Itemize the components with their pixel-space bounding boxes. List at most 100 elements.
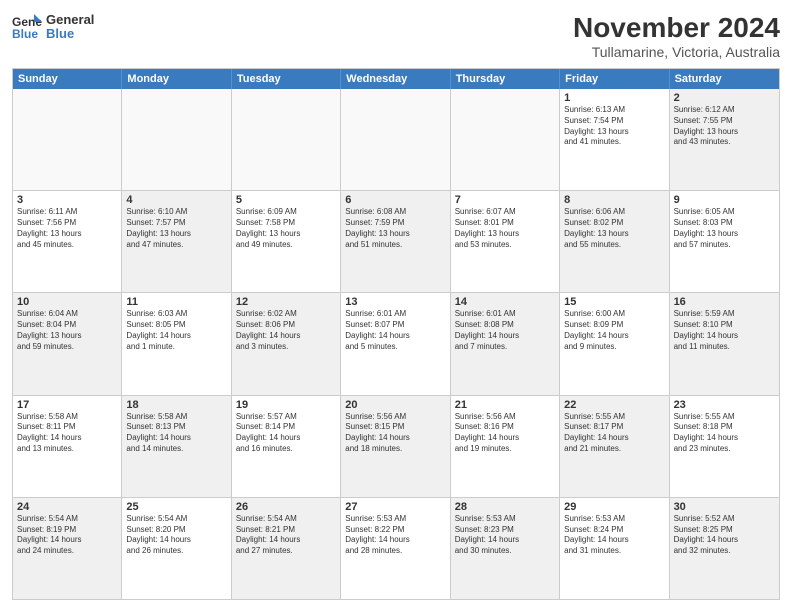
cal-cell-1-1: 4Sunrise: 6:10 AM Sunset: 7:57 PM Daylig… xyxy=(122,191,231,292)
cal-cell-4-1: 25Sunrise: 5:54 AM Sunset: 8:20 PM Dayli… xyxy=(122,498,231,599)
day-info: Sunrise: 5:54 AM Sunset: 8:19 PM Dayligh… xyxy=(17,514,117,557)
day-number: 5 xyxy=(236,194,336,206)
day-info: Sunrise: 6:00 AM Sunset: 8:09 PM Dayligh… xyxy=(564,309,664,352)
day-info: Sunrise: 5:59 AM Sunset: 8:10 PM Dayligh… xyxy=(674,309,775,352)
day-number: 17 xyxy=(17,399,117,411)
header-day-saturday: Saturday xyxy=(670,69,779,89)
day-number: 3 xyxy=(17,194,117,206)
cal-cell-4-0: 24Sunrise: 5:54 AM Sunset: 8:19 PM Dayli… xyxy=(13,498,122,599)
cal-cell-1-2: 5Sunrise: 6:09 AM Sunset: 7:58 PM Daylig… xyxy=(232,191,341,292)
day-number: 11 xyxy=(126,296,226,308)
cal-cell-1-3: 6Sunrise: 6:08 AM Sunset: 7:59 PM Daylig… xyxy=(341,191,450,292)
day-number: 29 xyxy=(564,501,664,513)
calendar-row-4: 24Sunrise: 5:54 AM Sunset: 8:19 PM Dayli… xyxy=(13,498,779,599)
day-info: Sunrise: 6:08 AM Sunset: 7:59 PM Dayligh… xyxy=(345,207,445,250)
cal-cell-0-4 xyxy=(451,89,560,190)
calendar-header: SundayMondayTuesdayWednesdayThursdayFrid… xyxy=(13,69,779,89)
day-number: 26 xyxy=(236,501,336,513)
day-number: 30 xyxy=(674,501,775,513)
day-number: 23 xyxy=(674,399,775,411)
day-info: Sunrise: 5:58 AM Sunset: 8:11 PM Dayligh… xyxy=(17,412,117,455)
calendar-row-3: 17Sunrise: 5:58 AM Sunset: 8:11 PM Dayli… xyxy=(13,396,779,498)
cal-cell-3-0: 17Sunrise: 5:58 AM Sunset: 8:11 PM Dayli… xyxy=(13,396,122,497)
title-block: November 2024 Tullamarine, Victoria, Aus… xyxy=(573,12,780,60)
day-number: 16 xyxy=(674,296,775,308)
header: General Blue General Blue November 2024 … xyxy=(12,12,780,60)
header-day-monday: Monday xyxy=(122,69,231,89)
calendar-row-1: 3Sunrise: 6:11 AM Sunset: 7:56 PM Daylig… xyxy=(13,191,779,293)
cal-cell-0-3 xyxy=(341,89,450,190)
calendar: SundayMondayTuesdayWednesdayThursdayFrid… xyxy=(12,68,780,600)
day-number: 6 xyxy=(345,194,445,206)
cal-cell-2-3: 13Sunrise: 6:01 AM Sunset: 8:07 PM Dayli… xyxy=(341,293,450,394)
cal-cell-1-5: 8Sunrise: 6:06 AM Sunset: 8:02 PM Daylig… xyxy=(560,191,669,292)
svg-text:Blue: Blue xyxy=(12,27,38,41)
day-number: 7 xyxy=(455,194,555,206)
cal-cell-2-4: 14Sunrise: 6:01 AM Sunset: 8:08 PM Dayli… xyxy=(451,293,560,394)
day-info: Sunrise: 5:56 AM Sunset: 8:16 PM Dayligh… xyxy=(455,412,555,455)
cal-cell-0-1 xyxy=(122,89,231,190)
day-number: 25 xyxy=(126,501,226,513)
day-number: 14 xyxy=(455,296,555,308)
day-number: 9 xyxy=(674,194,775,206)
cal-cell-4-5: 29Sunrise: 5:53 AM Sunset: 8:24 PM Dayli… xyxy=(560,498,669,599)
day-info: Sunrise: 5:54 AM Sunset: 8:21 PM Dayligh… xyxy=(236,514,336,557)
day-number: 15 xyxy=(564,296,664,308)
day-number: 12 xyxy=(236,296,336,308)
header-day-sunday: Sunday xyxy=(13,69,122,89)
cal-cell-0-2 xyxy=(232,89,341,190)
cal-cell-0-5: 1Sunrise: 6:13 AM Sunset: 7:54 PM Daylig… xyxy=(560,89,669,190)
logo-text-line1: General xyxy=(46,13,94,27)
day-number: 24 xyxy=(17,501,117,513)
day-number: 22 xyxy=(564,399,664,411)
day-info: Sunrise: 5:53 AM Sunset: 8:22 PM Dayligh… xyxy=(345,514,445,557)
logo-text-line2: Blue xyxy=(46,27,94,41)
cal-cell-2-6: 16Sunrise: 5:59 AM Sunset: 8:10 PM Dayli… xyxy=(670,293,779,394)
day-info: Sunrise: 5:57 AM Sunset: 8:14 PM Dayligh… xyxy=(236,412,336,455)
calendar-body: 1Sunrise: 6:13 AM Sunset: 7:54 PM Daylig… xyxy=(13,89,779,599)
cal-cell-3-3: 20Sunrise: 5:56 AM Sunset: 8:15 PM Dayli… xyxy=(341,396,450,497)
day-number: 18 xyxy=(126,399,226,411)
day-info: Sunrise: 6:04 AM Sunset: 8:04 PM Dayligh… xyxy=(17,309,117,352)
day-info: Sunrise: 6:02 AM Sunset: 8:06 PM Dayligh… xyxy=(236,309,336,352)
subtitle: Tullamarine, Victoria, Australia xyxy=(573,44,780,60)
day-info: Sunrise: 5:56 AM Sunset: 8:15 PM Dayligh… xyxy=(345,412,445,455)
day-number: 21 xyxy=(455,399,555,411)
calendar-row-0: 1Sunrise: 6:13 AM Sunset: 7:54 PM Daylig… xyxy=(13,89,779,191)
cal-cell-4-2: 26Sunrise: 5:54 AM Sunset: 8:21 PM Dayli… xyxy=(232,498,341,599)
day-number: 1 xyxy=(564,92,664,104)
day-info: Sunrise: 6:11 AM Sunset: 7:56 PM Dayligh… xyxy=(17,207,117,250)
day-number: 13 xyxy=(345,296,445,308)
cal-cell-2-5: 15Sunrise: 6:00 AM Sunset: 8:09 PM Dayli… xyxy=(560,293,669,394)
header-day-wednesday: Wednesday xyxy=(341,69,450,89)
day-info: Sunrise: 6:10 AM Sunset: 7:57 PM Dayligh… xyxy=(126,207,226,250)
cal-cell-0-0 xyxy=(13,89,122,190)
cal-cell-2-0: 10Sunrise: 6:04 AM Sunset: 8:04 PM Dayli… xyxy=(13,293,122,394)
day-info: Sunrise: 5:52 AM Sunset: 8:25 PM Dayligh… xyxy=(674,514,775,557)
day-info: Sunrise: 5:54 AM Sunset: 8:20 PM Dayligh… xyxy=(126,514,226,557)
cal-cell-0-6: 2Sunrise: 6:12 AM Sunset: 7:55 PM Daylig… xyxy=(670,89,779,190)
day-info: Sunrise: 6:06 AM Sunset: 8:02 PM Dayligh… xyxy=(564,207,664,250)
day-number: 19 xyxy=(236,399,336,411)
main-title: November 2024 xyxy=(573,12,780,44)
cal-cell-2-1: 11Sunrise: 6:03 AM Sunset: 8:05 PM Dayli… xyxy=(122,293,231,394)
cal-cell-3-1: 18Sunrise: 5:58 AM Sunset: 8:13 PM Dayli… xyxy=(122,396,231,497)
day-info: Sunrise: 6:05 AM Sunset: 8:03 PM Dayligh… xyxy=(674,207,775,250)
day-info: Sunrise: 6:01 AM Sunset: 8:07 PM Dayligh… xyxy=(345,309,445,352)
cal-cell-1-0: 3Sunrise: 6:11 AM Sunset: 7:56 PM Daylig… xyxy=(13,191,122,292)
day-info: Sunrise: 6:03 AM Sunset: 8:05 PM Dayligh… xyxy=(126,309,226,352)
day-info: Sunrise: 5:53 AM Sunset: 8:24 PM Dayligh… xyxy=(564,514,664,557)
day-number: 8 xyxy=(564,194,664,206)
day-info: Sunrise: 6:13 AM Sunset: 7:54 PM Dayligh… xyxy=(564,105,664,148)
header-day-thursday: Thursday xyxy=(451,69,560,89)
cal-cell-3-6: 23Sunrise: 5:55 AM Sunset: 8:18 PM Dayli… xyxy=(670,396,779,497)
cal-cell-3-4: 21Sunrise: 5:56 AM Sunset: 8:16 PM Dayli… xyxy=(451,396,560,497)
calendar-row-2: 10Sunrise: 6:04 AM Sunset: 8:04 PM Dayli… xyxy=(13,293,779,395)
cal-cell-4-6: 30Sunrise: 5:52 AM Sunset: 8:25 PM Dayli… xyxy=(670,498,779,599)
cal-cell-4-3: 27Sunrise: 5:53 AM Sunset: 8:22 PM Dayli… xyxy=(341,498,450,599)
day-number: 2 xyxy=(674,92,775,104)
cal-cell-3-5: 22Sunrise: 5:55 AM Sunset: 8:17 PM Dayli… xyxy=(560,396,669,497)
day-info: Sunrise: 5:58 AM Sunset: 8:13 PM Dayligh… xyxy=(126,412,226,455)
page: General Blue General Blue November 2024 … xyxy=(0,0,792,612)
day-number: 28 xyxy=(455,501,555,513)
